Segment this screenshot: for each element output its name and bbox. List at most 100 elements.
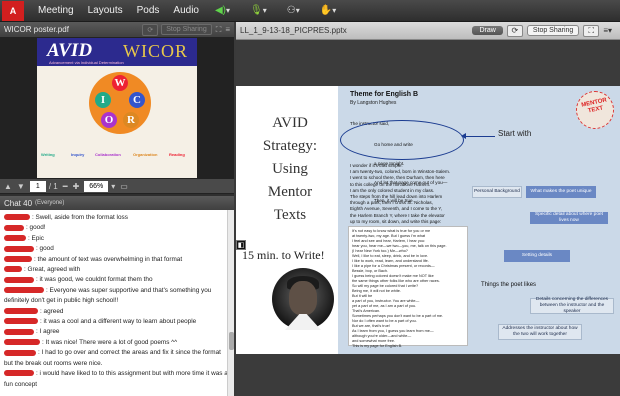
fullscreen-icon[interactable]: ⛶ xyxy=(216,25,222,35)
poster-stop-sharing-button[interactable]: Stop Sharing xyxy=(161,24,212,35)
wicor-poster: AVID WICOR Advancement via Individual De… xyxy=(37,38,197,178)
chat-message: : the amount of text was overwhelming in… xyxy=(4,255,230,265)
avid-line-3: Using xyxy=(272,161,308,177)
chat-message-text: : Great, agreed with xyxy=(24,266,81,274)
chat-pod: Chat 40 (Everyone) : Swell, aside from t… xyxy=(0,196,234,396)
label-details-differences: Details concerning the differences betwe… xyxy=(530,297,614,314)
wheel-letter-o: O xyxy=(101,112,117,128)
poster-controls: ▲ ▼ 1 / 1 ━ ✚ 66% ▾ ▭ xyxy=(0,178,234,194)
redacted-username xyxy=(4,255,32,262)
wheel-letter-i: I xyxy=(95,92,111,108)
microphone-icon: 🎙 xyxy=(250,5,263,16)
share-stop-sharing-button[interactable]: Stop Sharing xyxy=(526,25,580,36)
redacted-username xyxy=(4,235,26,242)
chat-message: : Everyone was super supportive and that… xyxy=(4,286,230,307)
share-pod-title: LL_1_9-13-18_PICPRES.pptx xyxy=(240,26,347,35)
poster-sync-button[interactable]: ⟳ xyxy=(142,23,159,36)
poster-cat-collaboration: Collaboration xyxy=(95,152,121,157)
poster-avid: AVID xyxy=(47,40,93,61)
menu-audio[interactable]: Audio xyxy=(173,5,199,16)
user-camera-icon: ⚇ xyxy=(286,5,296,16)
redacted-username xyxy=(4,224,24,231)
share-pod-header: LL_1_9-13-18_PICPRES.pptx Draw ⟳ Stop Sh… xyxy=(236,22,620,40)
poster-pod-title: WICOR poster.pdf xyxy=(4,25,69,34)
draw-button[interactable]: Draw xyxy=(472,26,503,35)
wheel-letter-r: R xyxy=(123,112,139,128)
avid-line-1: AVID xyxy=(272,115,308,131)
menu-pods[interactable]: Pods xyxy=(137,5,160,16)
chat-scroll-thumb[interactable] xyxy=(229,332,234,350)
pod-menu-icon[interactable]: ≡ xyxy=(225,25,230,34)
start-with-label: Start with xyxy=(498,129,532,138)
chat-message: : i would have liked to to this assignme… xyxy=(4,369,230,390)
zoom-in-icon[interactable]: ✚ xyxy=(73,182,80,191)
poem-stanza-2: It's not easy to know what is true for y… xyxy=(352,229,447,348)
prev-page-icon[interactable]: ▲ xyxy=(4,182,12,191)
zoom-dropdown-icon[interactable]: ▾ xyxy=(111,182,115,191)
share-bottom-area xyxy=(236,354,620,396)
avid-line-2: Strategy: xyxy=(262,138,318,154)
raise-hand-control[interactable]: ✋ ▾ xyxy=(316,3,340,19)
camera-control[interactable]: ⚇ ▾ xyxy=(283,3,304,19)
poster-cat-reading: Reading xyxy=(169,152,185,157)
redacted-username xyxy=(4,318,38,325)
poster-tagline: Advancement via Individual Determination xyxy=(49,60,124,65)
chat-audience: (Everyone) xyxy=(35,200,65,206)
label-setting-details: Setting details xyxy=(504,250,570,262)
redacted-username xyxy=(4,370,34,377)
chat-message: : I had to go over and correct the areas… xyxy=(4,348,230,369)
pod-resize-handle[interactable]: ◧ xyxy=(236,240,246,250)
sync-icon[interactable]: ⟳ xyxy=(506,24,523,37)
chat-message-text: : the amount of text was overwhelming in… xyxy=(34,255,183,263)
page-input[interactable]: 1 xyxy=(29,180,46,192)
menu-layouts[interactable]: Layouts xyxy=(88,5,123,16)
chat-message: : it was a cool and a different way to l… xyxy=(4,317,230,327)
poster-cat-inquiry: Inquiry xyxy=(71,152,85,157)
redacted-username xyxy=(4,339,40,346)
zoom-out-icon[interactable]: ━ xyxy=(63,182,68,191)
avid-strategy-heading: AVID Strategy: Using Mentor Texts xyxy=(250,112,330,227)
redacted-username xyxy=(4,307,38,314)
photo-face xyxy=(289,281,317,315)
speaker-icon: ◀) xyxy=(214,5,227,16)
chat-message-list: : Swell, aside from the format loss: goo… xyxy=(0,210,234,393)
next-page-icon[interactable]: ▼ xyxy=(17,182,25,191)
fullscreen-icon[interactable]: ⛶ xyxy=(583,24,600,37)
menu-meeting[interactable]: Meeting xyxy=(38,5,74,16)
chat-message: : it was good, we couldnt format them th… xyxy=(4,275,230,285)
wheel-letter-c: C xyxy=(129,92,145,108)
label-what-makes-unique: What makes the poet unique xyxy=(526,186,596,198)
chat-scrollbar[interactable] xyxy=(227,210,234,396)
fit-page-icon[interactable]: ▭ xyxy=(120,182,128,191)
microphone-control[interactable]: 🎙 ▾ xyxy=(246,3,271,19)
left-column: WICOR poster.pdf ⟳ Stop Sharing ⛶ ≡ AVID… xyxy=(0,22,234,396)
presentation-slide: AVID Strategy: Using Mentor Texts 15 min… xyxy=(236,86,620,354)
arrow-annotation xyxy=(461,132,495,140)
chat-title: Chat 40 xyxy=(4,198,33,208)
adobe-logo: A xyxy=(2,0,24,21)
chat-message-text: : Epic xyxy=(28,234,44,242)
chat-message-text: : it was a cool and a different way to l… xyxy=(40,318,197,326)
poem-title: Theme for English B xyxy=(350,91,419,98)
label-addresses-instructor: Addresses the instructor about how the t… xyxy=(498,324,582,340)
chat-message: : good! xyxy=(4,223,230,233)
pod-menu-icon[interactable]: ≡▾ xyxy=(603,26,612,35)
chat-message: : Epic xyxy=(4,234,230,244)
chat-message-text: : agreed xyxy=(40,307,64,315)
poster-pod-header: WICOR poster.pdf ⟳ Stop Sharing ⛶ ≡ xyxy=(0,22,234,38)
zoom-select[interactable]: 66% xyxy=(84,180,109,192)
redacted-username xyxy=(4,266,22,273)
chat-message-text: : I had to go over and correct the areas… xyxy=(4,349,221,367)
chat-message-text: : it was good, we couldnt format them th… xyxy=(36,276,153,284)
chat-header: Chat 40 (Everyone) xyxy=(0,196,234,210)
chat-message-text: : I agree xyxy=(36,328,60,336)
poem-author: By Langston Hughes xyxy=(350,100,397,106)
label-personal-background: Personal Background xyxy=(472,186,522,198)
raise-hand-icon: ✋ xyxy=(319,5,333,16)
menu-bar: A Meeting Layouts Pods Audio ◀) ▾ 🎙 ▾ ⚇ ▾ ✋… xyxy=(0,0,620,22)
poster-wicor: WICOR xyxy=(123,41,188,61)
redacted-username xyxy=(4,245,34,252)
speaker-control[interactable]: ◀) ▾ xyxy=(211,3,234,19)
chat-message: : good xyxy=(4,244,230,254)
chat-message-text: : good! xyxy=(26,224,46,232)
